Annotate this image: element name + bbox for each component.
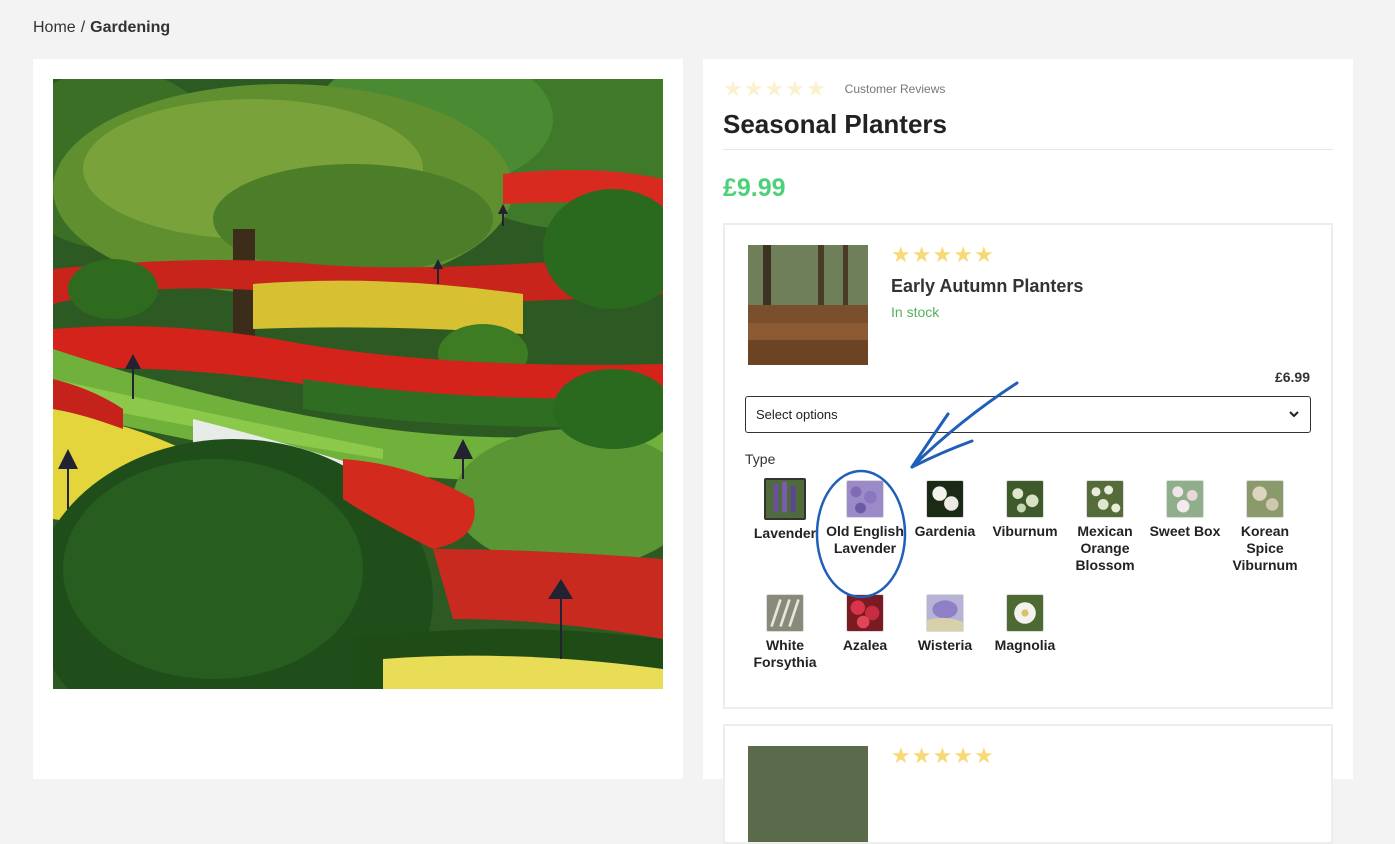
product-gallery xyxy=(33,59,683,779)
lavender-thumbnail xyxy=(764,478,806,520)
star-icon: ★ xyxy=(891,242,911,267)
options-select-value: Select options xyxy=(756,407,838,422)
korean-spice-viburnum-thumbnail xyxy=(1246,480,1284,518)
swatch-label: Mexican Orange Blossom xyxy=(1075,523,1135,573)
swatch-gardenia[interactable]: Gardenia xyxy=(905,480,985,540)
swatch-label: Gardenia xyxy=(914,523,976,539)
stock-status: In stock xyxy=(891,304,940,320)
swatch-label: Lavender xyxy=(753,525,817,541)
product-summary: ★ ★ ★ ★ ★ Customer Reviews Seasonal Plan… xyxy=(703,59,1353,844)
product-main-image[interactable] xyxy=(53,79,663,689)
swatch-korean-spice-viburnum[interactable]: Korean Spice Viburnum xyxy=(1225,480,1305,574)
azalea-thumbnail xyxy=(846,594,884,632)
star-icon: ★ xyxy=(743,76,764,101)
bundle-item-card: ★ ★ ★ ★ ★ Early Autumn Planters In stock… xyxy=(723,223,1333,709)
star-icon: ★ xyxy=(805,76,826,101)
swatch-lavender[interactable]: Lavender xyxy=(745,478,825,542)
white-forsythia-thumbnail xyxy=(766,594,804,632)
star-icon: ★ xyxy=(953,743,973,768)
gardenia-thumbnail xyxy=(926,480,964,518)
swatch-label: Azalea xyxy=(842,637,888,653)
options-select[interactable]: Select options xyxy=(745,396,1311,433)
wisteria-thumbnail xyxy=(926,594,964,632)
bundle-item-card: ★ ★ ★ ★ ★ xyxy=(723,724,1333,844)
breadcrumb: Home / Gardening xyxy=(33,19,170,37)
sweet-box-thumbnail xyxy=(1166,480,1204,518)
star-icon: ★ xyxy=(932,743,953,768)
swatch-label: White Forsythia xyxy=(753,637,817,670)
star-icon: ★ xyxy=(764,76,785,101)
swatch-label: Wisteria xyxy=(917,637,973,653)
review-summary: ★ ★ ★ ★ ★ Customer Reviews xyxy=(723,76,946,101)
type-label: Type xyxy=(745,451,776,467)
viburnum-thumbnail xyxy=(1006,480,1044,518)
swatch-label: Old English Lavender xyxy=(826,523,904,556)
star-icon: ★ xyxy=(723,76,743,101)
breadcrumb-separator: / xyxy=(80,19,86,36)
old-english-lavender-thumbnail xyxy=(846,480,884,518)
swatch-sweet-box[interactable]: Sweet Box xyxy=(1145,480,1225,540)
swatch-label: Korean Spice Viburnum xyxy=(1232,523,1298,573)
divider xyxy=(723,149,1333,150)
star-icon: ★ xyxy=(953,242,973,267)
swatch-azalea[interactable]: Azalea xyxy=(825,594,905,654)
swatch-white-forsythia[interactable]: White Forsythia xyxy=(745,594,825,671)
star-icon: ★ xyxy=(911,743,932,768)
swatch-wisteria[interactable]: Wisteria xyxy=(905,594,985,654)
product-title: Seasonal Planters xyxy=(723,109,947,139)
bundle-item-rating-stars: ★ ★ ★ ★ ★ xyxy=(891,743,995,768)
breadcrumb-current: Gardening xyxy=(90,19,171,36)
swatch-mexican-orange-blossom[interactable]: Mexican Orange Blossom xyxy=(1065,480,1145,574)
star-icon: ★ xyxy=(973,743,994,768)
swatch-old-english-lavender[interactable]: Old English Lavender xyxy=(825,480,905,557)
product-rating-stars: ★ ★ ★ ★ ★ xyxy=(723,76,827,101)
swatch-magnolia[interactable]: Magnolia xyxy=(985,594,1065,654)
swatch-label: Viburnum xyxy=(992,523,1058,539)
breadcrumb-home-link[interactable]: Home xyxy=(33,19,76,36)
bundle-item-name[interactable]: Early Autumn Planters xyxy=(891,276,1083,297)
mexican-orange-blossom-thumbnail xyxy=(1086,480,1124,518)
star-icon: ★ xyxy=(911,242,932,267)
swatch-viburnum[interactable]: Viburnum xyxy=(985,480,1065,540)
star-icon: ★ xyxy=(785,76,805,101)
star-icon: ★ xyxy=(973,242,994,267)
bundle-item-rating-stars: ★ ★ ★ ★ ★ xyxy=(891,242,995,267)
magnolia-thumbnail xyxy=(1006,594,1044,632)
swatch-label: Sweet Box xyxy=(1149,523,1221,539)
product-price: £9.99 xyxy=(723,174,786,202)
star-icon: ★ xyxy=(932,242,953,267)
bundle-item-price: £6.99 xyxy=(1274,369,1310,385)
star-icon: ★ xyxy=(891,743,911,768)
customer-reviews-link[interactable]: Customer Reviews xyxy=(845,82,946,96)
swatch-label: Magnolia xyxy=(994,637,1056,653)
bundle-item-image[interactable] xyxy=(748,245,868,365)
chevron-down-icon xyxy=(1289,411,1299,418)
